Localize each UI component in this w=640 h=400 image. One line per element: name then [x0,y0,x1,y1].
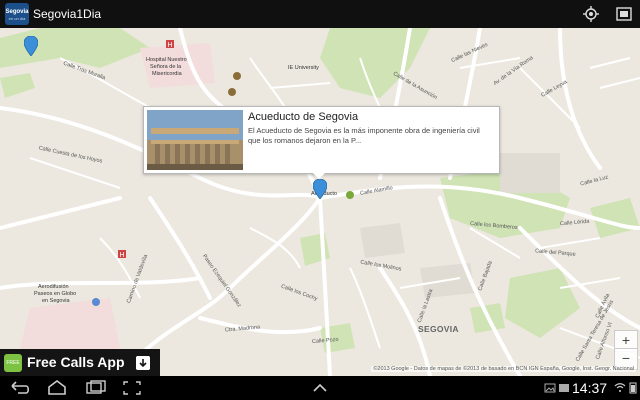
ad-app-icon: FREE [4,354,22,372]
recent-apps-icon[interactable] [84,380,108,396]
app-window: Segovia en un día Segovia1Dia H H Hospit… [0,0,640,400]
chevron-up-icon[interactable] [308,380,332,396]
back-icon[interactable] [8,380,32,396]
svg-text:en un día: en un día [9,16,26,21]
svg-text:Segovia: Segovia [5,9,29,15]
app-title: Segovia1Dia [33,7,102,21]
map-marker-icon[interactable] [24,36,38,56]
download-icon[interactable] [136,356,150,370]
layers-icon[interactable] [613,4,635,24]
popup-title: Acueducto de Segovia [248,111,359,123]
ad-text: Free Calls App [27,354,125,370]
screenshot-notify-icon [559,384,569,392]
map-label: Aerodifusión [38,284,69,290]
info-window[interactable]: Acueducto de Segovia El Acueducto de Seg… [143,106,500,174]
map-label: Misericordia [152,71,182,77]
home-icon[interactable] [45,380,69,396]
action-bar: Segovia en un día Segovia1Dia [0,0,640,28]
popup-description: El Acueducto de Segovia es la más impone… [248,126,480,145]
map-label: IE University [288,65,319,71]
aqueduct-thumbnail [147,110,243,170]
my-location-icon[interactable] [580,4,602,24]
svg-text:H: H [167,42,172,49]
map-label: Hospital Nuestro [146,57,187,63]
map-label: SEGOVIA [418,324,459,334]
map-label: Paseos en Globo [34,291,77,297]
map-view[interactable]: H H Hospital Nuestro Señora de la Miseri… [0,28,640,376]
clock: 14:37 [572,380,608,396]
map-copyright: ©2013 Google - Datos de mapas de ©2013 d… [371,366,636,372]
map-base: H H [0,28,640,376]
popup-pointer [311,171,327,179]
gallery-icon [544,383,556,393]
selected-marker-icon[interactable] [313,179,327,199]
screenshot-icon[interactable] [120,380,144,396]
map-label: Señora de la [150,64,182,70]
app-logo-icon[interactable]: Segovia en un día [4,2,30,26]
wifi-icon [614,383,626,392]
map-label: en Segovia [42,298,70,304]
svg-text:H: H [119,252,124,259]
ad-banner[interactable]: FREE Free Calls App [0,349,160,376]
system-nav-bar: 14:37 [0,376,640,400]
battery-icon [629,382,637,394]
